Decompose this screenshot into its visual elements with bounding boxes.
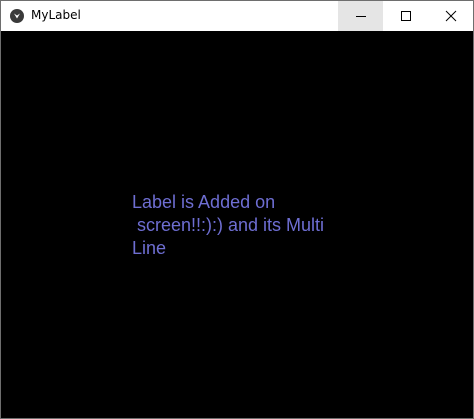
app-window: MyLabel Label is Added on screen!!:):) a… <box>0 0 474 419</box>
close-icon <box>445 10 456 22</box>
maximize-icon <box>400 11 411 21</box>
client-area: Label is Added on screen!!:):) and its M… <box>1 31 473 418</box>
title-bar[interactable]: MyLabel <box>1 1 473 31</box>
window-title: MyLabel <box>31 8 81 22</box>
minimize-button[interactable] <box>338 1 383 31</box>
app-icon[interactable] <box>10 9 24 23</box>
minimize-icon <box>355 16 366 17</box>
maximize-button[interactable] <box>383 1 428 31</box>
close-button[interactable] <box>428 1 473 31</box>
multiline-label: Label is Added on screen!!:):) and its M… <box>132 192 325 258</box>
